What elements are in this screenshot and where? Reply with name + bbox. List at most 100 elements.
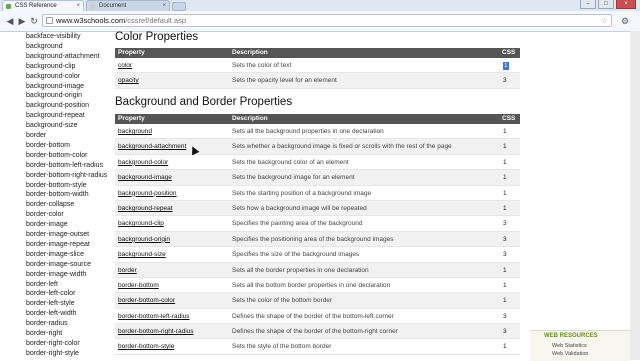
favicon-icon	[90, 4, 95, 9]
new-tab-button[interactable]	[172, 2, 186, 11]
property-link[interactable]: border-bottom-style	[118, 339, 174, 354]
sidebar-link[interactable]: border-image	[26, 220, 68, 229]
sidebar-link[interactable]: border-right	[26, 329, 62, 338]
property-link[interactable]: opacity	[118, 73, 139, 88]
property-link[interactable]: border-bottom-left-radius	[118, 309, 190, 324]
sidebar-link[interactable]: background-image	[26, 82, 84, 91]
table-row: opacity Sets the opacity level for an ele…	[115, 73, 520, 89]
property-description: Sets the starting position of a backgrou…	[232, 189, 372, 197]
web-resources-link[interactable]: Web Validation	[552, 351, 589, 357]
sidebar-link[interactable]: background-size	[26, 121, 77, 130]
sidebar-link[interactable]: border-collapse	[26, 200, 74, 209]
sidebar-link[interactable]: background-clip	[26, 62, 75, 71]
sidebar-link[interactable]: border-bottom-color	[26, 151, 87, 160]
sidebar-link[interactable]: border-left-width	[26, 309, 77, 318]
bookmark-star-icon[interactable]: ☆	[601, 15, 608, 27]
sidebar-link[interactable]: border-left-style	[26, 299, 75, 308]
address-url: www.w3schools.com/cssref/default.asp	[56, 16, 187, 25]
property-link[interactable]: border	[118, 263, 137, 278]
css-version: 1	[503, 266, 507, 274]
sidebar-link[interactable]: border-right-color	[26, 339, 80, 348]
address-bar[interactable]: www.w3schools.com/cssref/default.asp ☆	[42, 14, 612, 27]
property-description: Sets the background image for an element	[232, 174, 355, 182]
property-description: Defines the shape of the border of the b…	[232, 328, 398, 336]
property-link[interactable]: background-position	[118, 186, 177, 201]
browser-toolbar: ◀ ▶ ↻ www.w3schools.com/cssref/default.a…	[0, 11, 640, 32]
css-version: 1	[503, 158, 507, 166]
property-link[interactable]: background-clip	[118, 216, 164, 231]
back-arrow-icon[interactable]: ◀	[4, 15, 16, 27]
property-description: Sets all the background properties in on…	[232, 128, 384, 135]
property-link[interactable]: background-image	[118, 170, 172, 185]
sidebar-link[interactable]: border-bottom-right-radius	[26, 171, 107, 180]
css-version: 1	[503, 204, 507, 212]
table-header: Property Description CSS	[115, 114, 520, 124]
sidebar-link[interactable]: border-image-slice	[26, 250, 84, 259]
sidebar-link[interactable]: background-repeat	[26, 111, 85, 120]
property-description: Sets all the border properties in one de…	[232, 266, 369, 274]
window-controls: – □ ×	[580, 0, 636, 10]
property-link[interactable]: color	[118, 58, 132, 73]
sidebar-link[interactable]: border	[26, 131, 46, 140]
reload-icon[interactable]: ↻	[28, 15, 40, 27]
tab-document[interactable]: Document ×	[86, 0, 170, 11]
page-scrollbar[interactable]	[630, 31, 640, 360]
sidebar-link[interactable]: background	[26, 42, 63, 51]
sidebar-link[interactable]: border-left	[26, 280, 58, 289]
sidebar-link[interactable]: backface-visibility	[26, 32, 80, 41]
css-version: 3	[503, 235, 507, 243]
sidebar-link[interactable]: border-left-color	[26, 289, 75, 298]
property-link[interactable]: background-origin	[118, 232, 170, 247]
maximize-icon[interactable]: □	[598, 0, 614, 9]
close-window-icon[interactable]: ×	[616, 0, 636, 9]
sidebar-link[interactable]: background-attachment	[26, 52, 100, 61]
background-border-table: Property Description CSS background Sets all…	[115, 114, 520, 355]
sidebar-link[interactable]: border-image-repeat	[26, 240, 90, 249]
table-row: border-bottom-style Sets the style of the…	[115, 339, 520, 355]
property-link[interactable]: border-bottom	[118, 278, 159, 293]
css-version: 1	[503, 128, 507, 135]
property-link[interactable]: background-attachment	[118, 139, 186, 154]
sidebar-link[interactable]: border-right-style	[26, 349, 79, 358]
forward-arrow-icon[interactable]: ▶	[16, 15, 28, 27]
favicon-icon	[6, 4, 11, 9]
column-header-css: CSS	[502, 115, 516, 122]
property-link[interactable]: background-size	[118, 247, 166, 262]
sidebar-link[interactable]: border-image-width	[26, 270, 86, 279]
tab-title: CSS Reference	[15, 3, 57, 9]
tab-close-icon[interactable]: ×	[76, 1, 80, 11]
property-link[interactable]: border-bottom-right-radius	[118, 324, 194, 339]
sidebar-link[interactable]: background-origin	[26, 91, 82, 100]
table-row: background Sets all the background proper…	[115, 124, 520, 140]
sidebar-link[interactable]: background-color	[26, 72, 80, 81]
property-link[interactable]: background-repeat	[118, 201, 173, 216]
sidebar: backface-visibility background background-…	[0, 31, 112, 360]
css-version: 1	[503, 174, 507, 182]
property-description: Sets the background color of an element	[232, 158, 349, 166]
property-link[interactable]: background	[118, 124, 152, 139]
color-section-heading: Color Properties	[115, 31, 199, 43]
sidebar-link[interactable]: border-radius	[26, 319, 68, 328]
tab-title: Document	[99, 3, 127, 9]
property-link[interactable]: border-bottom-color	[118, 293, 175, 308]
sidebar-link[interactable]: border-image-outset	[26, 230, 89, 239]
minimize-icon[interactable]: –	[580, 0, 596, 9]
property-description: Sets the opacity level for an element	[232, 77, 337, 85]
sidebar-link[interactable]: background-position	[26, 101, 89, 110]
property-description: Sets all the bottom border properties in…	[232, 281, 391, 289]
sidebar-link[interactable]: border-bottom-left-radius	[26, 161, 103, 170]
sidebar-link[interactable]: border-image-source	[26, 260, 91, 269]
tab-css-reference[interactable]: CSS Reference ×	[2, 0, 84, 11]
css-version: 3	[503, 312, 507, 320]
sidebar-link[interactable]: border-bottom-width	[26, 190, 89, 199]
property-description: Sets whether a background image is fixed…	[232, 143, 452, 151]
sidebar-link[interactable]: border-bottom	[26, 141, 70, 150]
sidebar-link[interactable]: border-bottom-style	[26, 181, 87, 190]
wrench-menu-icon[interactable]: ⚙	[618, 15, 632, 27]
tab-close-icon[interactable]: ×	[162, 1, 166, 11]
table-row: background-clip Specifies the painting ar…	[115, 216, 520, 232]
sidebar-link[interactable]: border-color	[26, 210, 64, 219]
property-link[interactable]: background-color	[118, 155, 168, 170]
property-description: Specifies the size of the background ima…	[232, 251, 360, 259]
web-resources-link[interactable]: Web Statistics	[552, 343, 587, 349]
